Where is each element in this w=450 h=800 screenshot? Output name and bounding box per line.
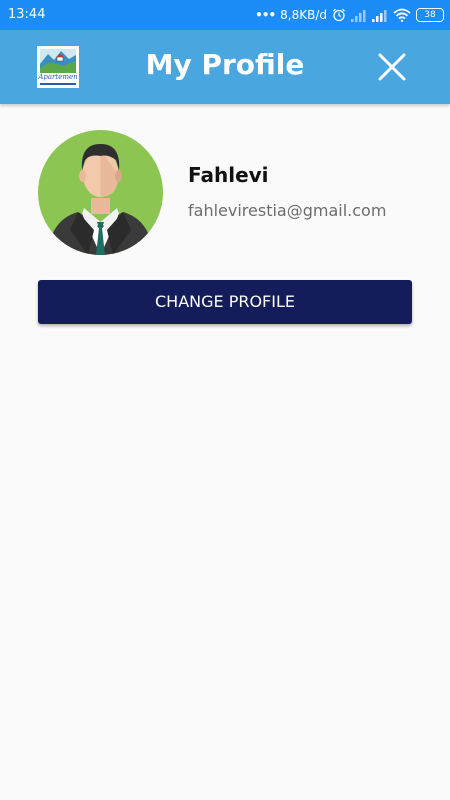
user-avatar-icon (38, 130, 163, 255)
user-name: Fahlevi (188, 163, 269, 187)
signal-icon (372, 9, 387, 22)
status-icons: ••• 8,8KB/d 38 (255, 5, 444, 25)
change-profile-button[interactable]: CHANGE PROFILE (38, 280, 412, 324)
battery-icon: 38 (416, 8, 444, 22)
status-time: 13:44 (8, 7, 46, 22)
status-bar: 13:44 ••• 8,8KB/d 38 (0, 0, 450, 30)
user-email: fahlevirestia@gmail.com (188, 201, 387, 220)
app-bar: Apartemen My Profile (0, 30, 450, 104)
wifi-icon (393, 8, 411, 22)
close-icon[interactable] (372, 47, 412, 87)
network-speed: 8,8KB/d (280, 8, 327, 22)
status-dots: ••• (255, 8, 276, 22)
signal-icon (351, 9, 366, 22)
battery-level: 38 (424, 10, 436, 20)
alarm-icon (333, 8, 345, 22)
